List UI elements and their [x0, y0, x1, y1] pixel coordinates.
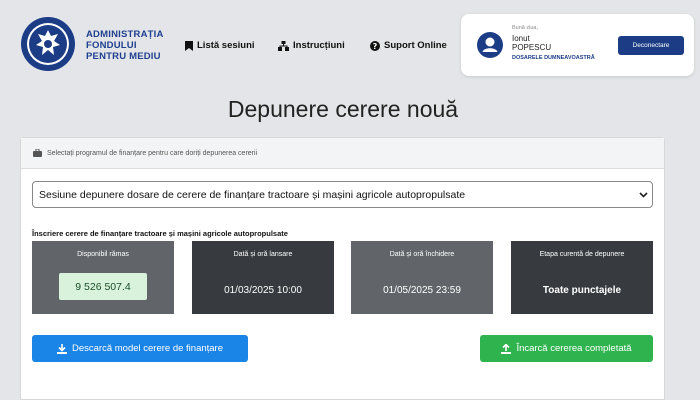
program-select[interactable]: Sesiune depunere dosare de cerere de fin…: [32, 181, 653, 208]
user-icon: [482, 37, 498, 52]
card-header-text: Selectați programul de finanțare pentru …: [47, 149, 258, 157]
close-label: Dată și oră închidere: [389, 251, 455, 258]
org-name-line: FONDULUI: [86, 40, 137, 51]
briefcase-icon: [33, 149, 42, 157]
program-select-value: Sesiune depunere dosare de cerere de fin…: [39, 188, 466, 201]
launch-stat-card: Dată și oră lansare 01/03/2025 10:00: [192, 241, 334, 314]
available-stat-card: Disponibil rămas 9 526 507.4: [32, 241, 174, 314]
org-name-line: ADMINISTRAȚIA: [86, 29, 164, 40]
close-stat-card: Dată și oră închidere 01/05/2025 23:59: [351, 241, 493, 314]
user-last-name: POPESCU: [512, 43, 552, 52]
upload-application-label: Încarcă cererea completată: [516, 343, 632, 354]
chevron-down-icon: [639, 192, 648, 198]
question-circle-icon: ?: [370, 40, 380, 51]
svg-text:?: ?: [373, 42, 378, 51]
nav-support-link[interactable]: ? Suport Online: [370, 40, 447, 51]
application-card: Selectați programul de finanțare pentru …: [20, 137, 665, 400]
top-header: ADMINISTRAȚIA FONDULUI PENTRU MEDIU List…: [0, 0, 700, 84]
bookmark-icon: [185, 40, 193, 51]
stage-value: Toate punctajele: [542, 285, 622, 296]
launch-label: Dată și oră lansare: [233, 251, 293, 258]
user-greeting: Bună ziua,: [512, 25, 538, 31]
org-name: ADMINISTRAȚIA FONDULUI PENTRU MEDIU: [86, 29, 164, 62]
close-value: 01/05/2025 23:59: [383, 285, 461, 296]
nav-instructions-link[interactable]: Instrucțiuni: [278, 40, 345, 51]
nav-sessions-label: Listă sesiuni: [197, 40, 255, 51]
stage-stat-card: Etapa curentă de depunere Toate punctaje…: [511, 241, 653, 314]
my-folders-link[interactable]: DOSARELE DUMNEAVOASTRĂ: [512, 55, 595, 61]
sitemap-icon: [278, 40, 289, 51]
logout-button[interactable]: Deconectare: [618, 36, 684, 55]
available-value: 9 526 507.4: [59, 273, 147, 300]
nav-support-label: Suport Online: [384, 40, 447, 51]
org-name-line: PENTRU MEDIU: [86, 51, 161, 62]
upload-application-button[interactable]: Încarcă cererea completată: [480, 335, 653, 362]
nav-instructions-label: Instrucțiuni: [293, 40, 345, 51]
card-header: Selectați programul de finanțare pentru …: [21, 138, 664, 169]
avatar: [477, 32, 503, 58]
user-card: Bună ziua, Ionut POPESCU DOSARELE DUMNEA…: [461, 14, 694, 76]
download-template-label: Descarcă model cerere de finanțare: [71, 343, 224, 354]
page-title: Depunere cerere nouă: [227, 96, 459, 122]
user-first-name: Ionut: [512, 34, 530, 43]
afm-logo-icon[interactable]: [20, 16, 76, 72]
upload-icon: [501, 343, 512, 354]
download-template-button[interactable]: Descarcă model cerere de finanțare: [32, 335, 248, 362]
launch-value: 01/03/2025 10:00: [224, 285, 302, 296]
nav-sessions-link[interactable]: Listă sesiuni: [185, 40, 255, 51]
stage-label: Etapa curentă de depunere: [539, 251, 625, 258]
download-icon: [56, 343, 67, 354]
section-label: Înscriere cerere de finanțare tractoare …: [32, 229, 288, 238]
available-label: Disponibil rămas: [77, 251, 129, 258]
